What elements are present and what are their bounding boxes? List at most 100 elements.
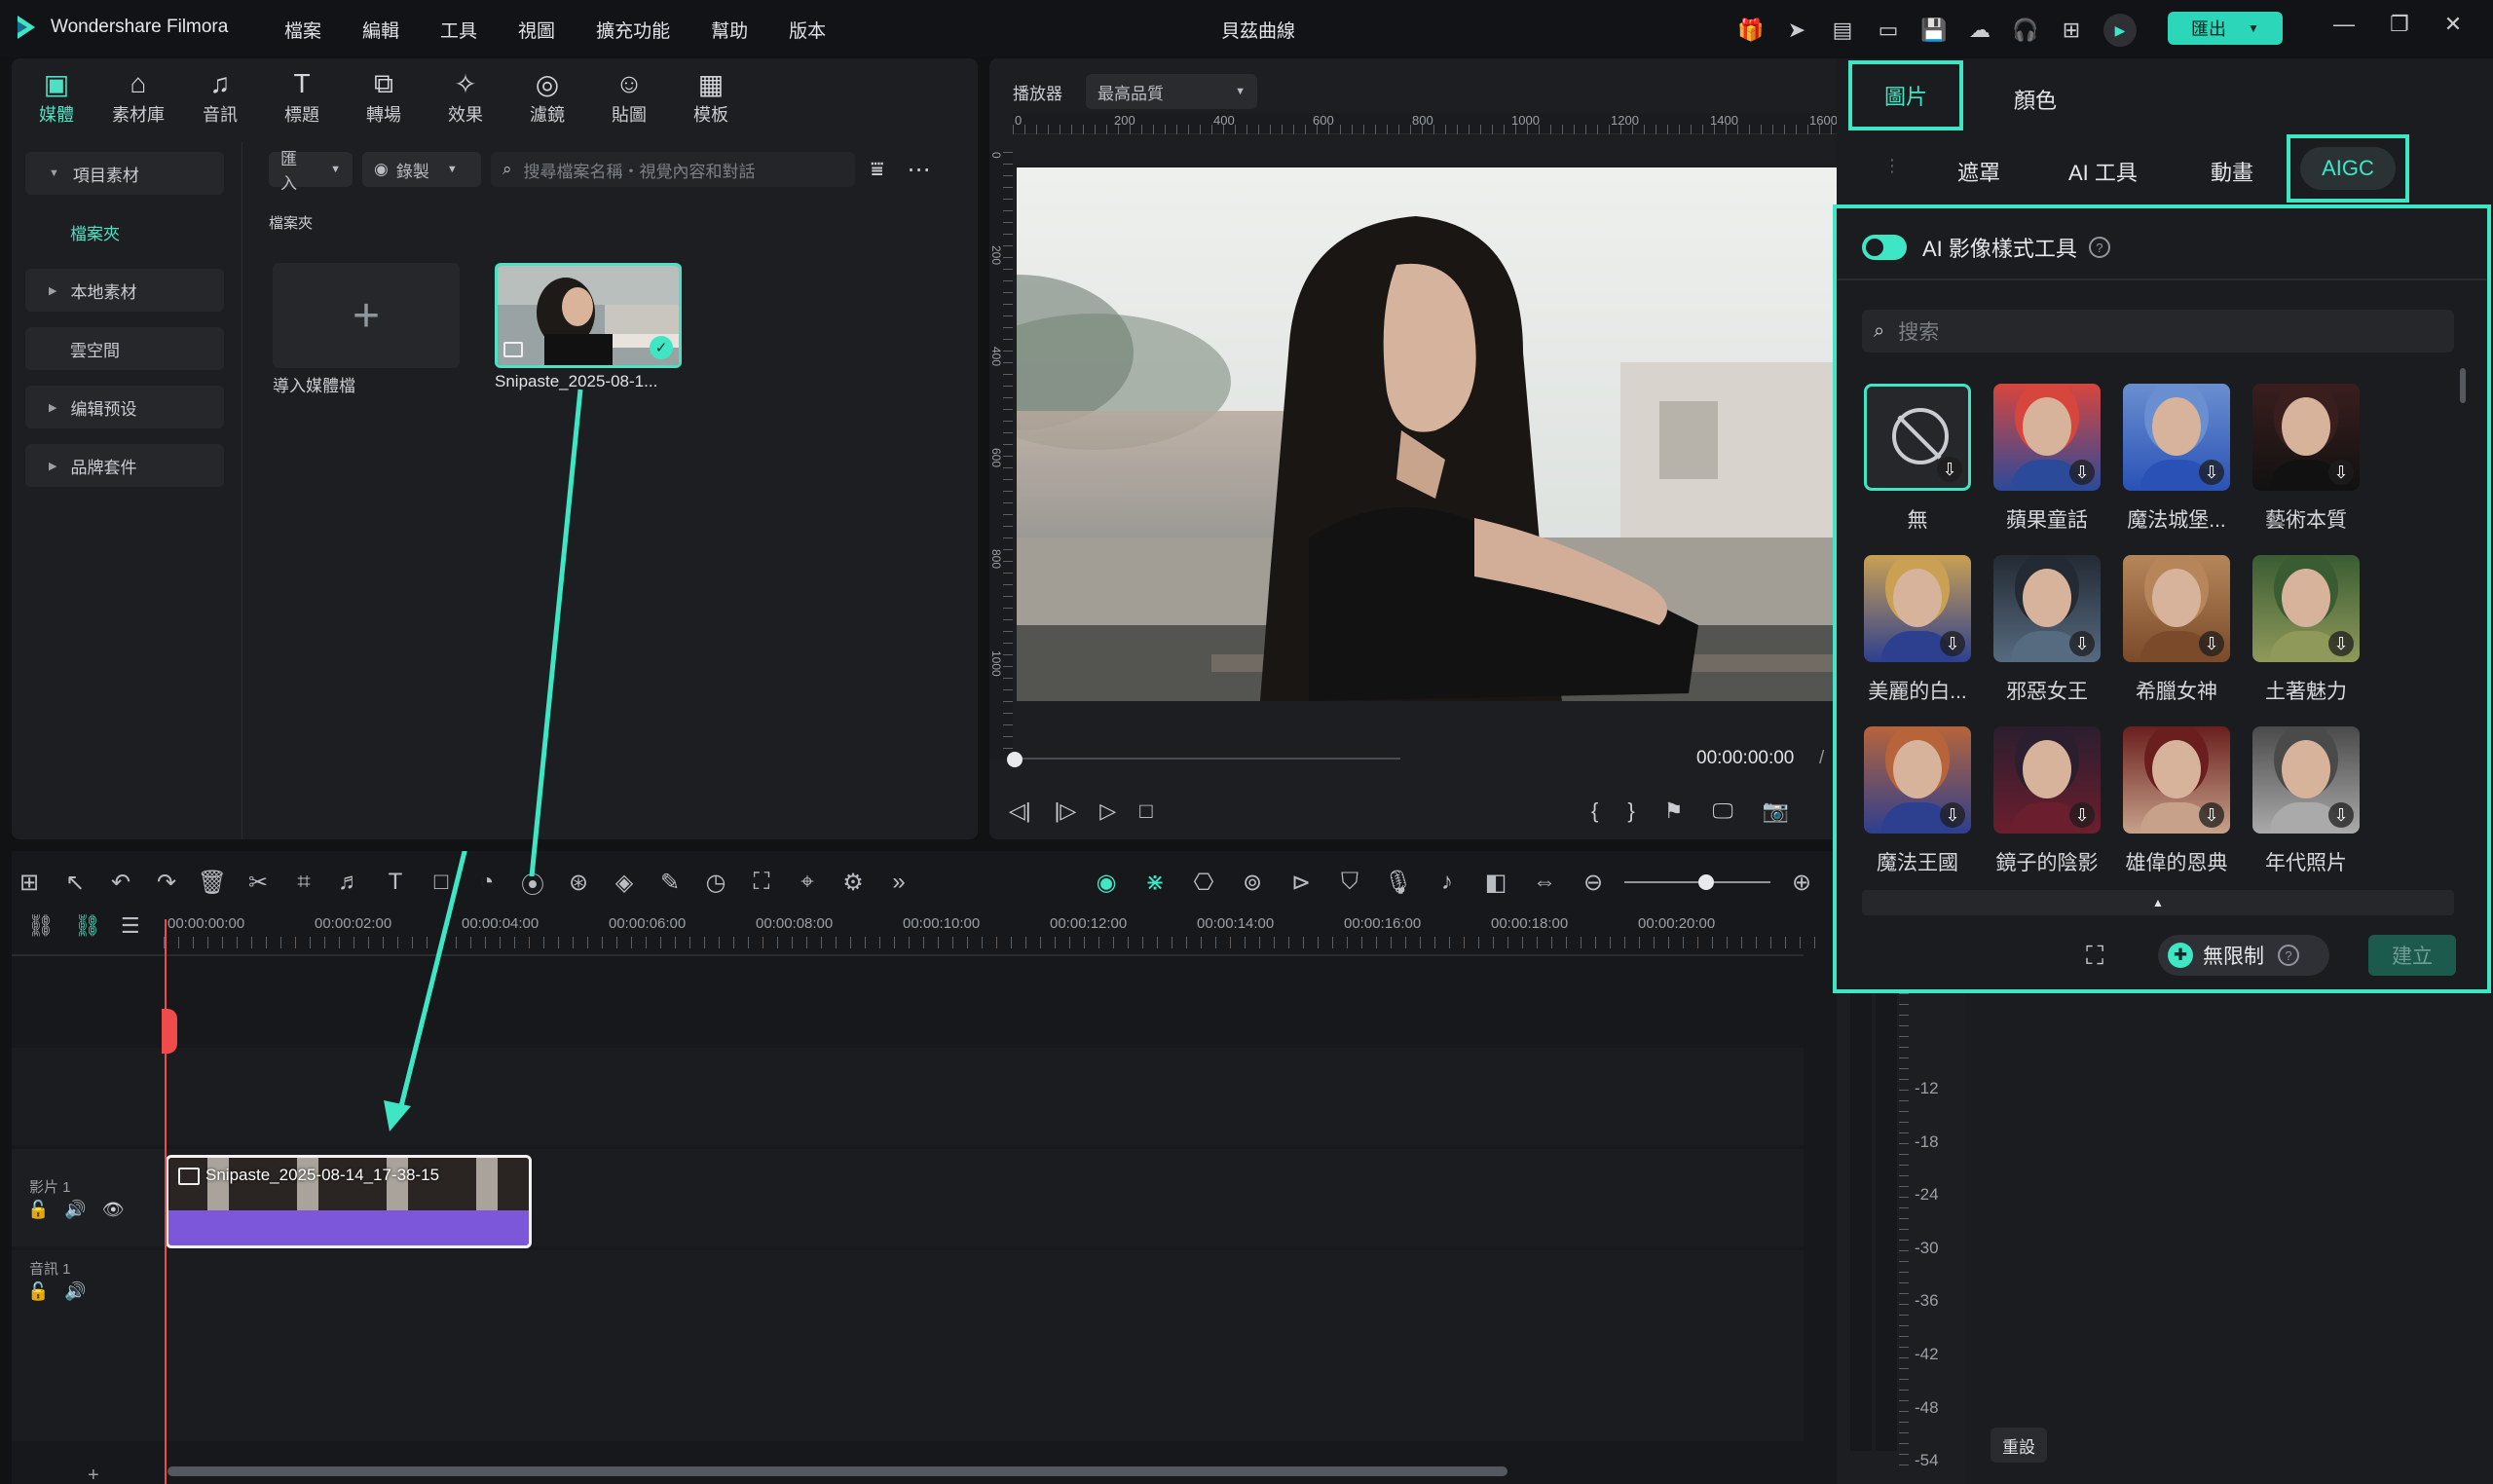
create-button[interactable]: 建立	[2368, 935, 2456, 976]
cloud-icon[interactable]: ☁	[1966, 17, 1993, 44]
download-icon[interactable]: ⇩	[2199, 802, 2224, 828]
tab-animation[interactable]: 動畫	[2211, 156, 2253, 187]
tool-media[interactable]: ▣ 媒體	[16, 66, 97, 127]
layout-icon[interactable]: ▭	[1875, 17, 1902, 44]
download-icon[interactable]: ⇩	[1937, 457, 1962, 482]
tool-templates[interactable]: ▦ 模板	[670, 66, 752, 127]
none-icon	[1892, 408, 1949, 464]
download-icon[interactable]: ⇩	[2328, 802, 2354, 828]
style-card[interactable]: ⇩	[2252, 384, 2360, 491]
export-button[interactable]: 匯出 ▼	[2168, 12, 2283, 45]
news-icon[interactable]: ▤	[1829, 17, 1856, 44]
sidebar-item-project-media[interactable]: ▼ 項目素材	[25, 152, 224, 195]
import-dropdown[interactable]: 匯入 ▼	[269, 150, 353, 193]
style-list-scrollbar[interactable]	[2460, 368, 2466, 403]
import-media-tile[interactable]: +	[273, 263, 460, 368]
sidebar-item-brand-kit[interactable]: ▶ 品牌套件	[25, 444, 224, 487]
tab-image[interactable]: 圖片	[1848, 60, 1963, 130]
menu-extensions[interactable]: 擴充功能	[596, 17, 670, 43]
portrait-face	[2023, 740, 2071, 798]
quality-dropdown[interactable]: 最高品質 ▼	[1086, 74, 1257, 109]
sidebar-item-edit-presets[interactable]: ▶ 编辑预设	[25, 386, 224, 428]
menu-file[interactable]: 檔案	[284, 17, 321, 43]
menu-help[interactable]: 幫助	[711, 17, 748, 43]
close-icon[interactable]: ✕	[2444, 12, 2462, 37]
more-icon[interactable]: ⋯	[907, 156, 930, 184]
tool-titles[interactable]: T 標題	[261, 66, 343, 127]
tool-store[interactable]: ⌂ 素材庫	[97, 66, 179, 127]
minimize-icon[interactable]: —	[2333, 12, 2355, 37]
style-card[interactable]: ⇩	[1993, 726, 2101, 834]
tool-transitions[interactable]: ⧉ 轉場	[343, 66, 425, 127]
menu-tools[interactable]: 工具	[440, 17, 477, 43]
menu-edit[interactable]: 編輯	[362, 17, 399, 43]
style-card[interactable]: ⇩	[1864, 555, 1971, 662]
restore-icon[interactable]: ❐	[2390, 12, 2409, 37]
filter-sort-icon[interactable]: ⩸	[871, 157, 883, 182]
tab-label: AIGC	[2322, 156, 2374, 180]
progress-handle[interactable]	[1007, 752, 1023, 767]
tab-color[interactable]: 顏色	[2014, 84, 2057, 115]
download-icon[interactable]: ⇩	[2199, 631, 2224, 656]
sidebar-item-folder[interactable]: 檔案夾	[25, 210, 224, 253]
tool-filters[interactable]: ◎ 濾鏡	[506, 66, 588, 127]
media-thumbnail[interactable]: ✓	[495, 263, 682, 368]
style-card[interactable]: ⇩	[1993, 384, 2101, 491]
headset-icon[interactable]: 🎧	[2012, 17, 2039, 44]
sidebar-item-local-media[interactable]: ▶ 本地素材	[25, 269, 224, 312]
tool-stickers[interactable]: ☺ 貼圖	[588, 66, 670, 127]
tool-audio[interactable]: ♫ 音訊	[179, 66, 261, 127]
sidebar-item-cloud[interactable]: 雲空間	[25, 327, 224, 370]
gift-icon[interactable]: 🎁	[1737, 17, 1765, 44]
tab-mask[interactable]: 遮罩	[1957, 156, 2000, 187]
menu-view[interactable]: 視圖	[518, 17, 555, 43]
search-input[interactable]: ⌕ 搜尋檔案名稱・視覺內容和對話	[491, 152, 855, 187]
help-icon[interactable]: ?	[2278, 945, 2299, 966]
download-icon[interactable]: ⇩	[2069, 631, 2095, 656]
download-icon[interactable]: ⇩	[2328, 631, 2354, 656]
download-icon[interactable]: ⇩	[2069, 460, 2095, 485]
help-icon[interactable]: ?	[2088, 237, 2110, 258]
download-icon[interactable]: ⇩	[2199, 460, 2224, 485]
style-search-input[interactable]: ⌕ 搜索	[1862, 310, 2454, 352]
style-none-card[interactable]: ⇩	[1864, 384, 1971, 491]
record-dropdown[interactable]: ◉ 錄製 ▼	[362, 152, 481, 187]
progress-track[interactable]	[1011, 758, 1400, 760]
unlimited-badge[interactable]: ✚ 無限制 ?	[2158, 935, 2329, 976]
marker-icon[interactable]: ⚑	[1664, 798, 1684, 824]
tab-ai-tools[interactable]: AI 工具	[2068, 156, 2138, 187]
style-card[interactable]: ⇩	[2123, 555, 2230, 662]
download-icon[interactable]: ⇩	[2328, 460, 2354, 485]
menu-version[interactable]: 版本	[789, 17, 826, 43]
style-card[interactable]: ⇩	[1993, 555, 2101, 662]
meter-db-label: -24	[1915, 1185, 1939, 1205]
preview-frame[interactable]	[1017, 167, 1850, 701]
style-card[interactable]: ⇩	[2123, 726, 2230, 834]
play-icon[interactable]: ▷	[1099, 798, 1116, 824]
download-icon[interactable]: ⇩	[1940, 631, 1965, 656]
style-card[interactable]: ⇩	[1864, 726, 1971, 834]
style-card[interactable]: ⇩	[2252, 555, 2360, 662]
media-panel: ▣ 媒體 ⌂ 素材庫 ♫ 音訊 T 標題 ⧉ 轉場 ✧ 效果 ◎ 濾鏡 ☺ 貼圖 ▦ 模板 ▼ 項目…	[12, 58, 978, 839]
prev-frame-icon[interactable]: ◁|	[1009, 798, 1031, 824]
send-icon[interactable]: ➤	[1783, 17, 1810, 44]
ai-image-icon[interactable]: ⛶	[2086, 941, 2103, 972]
save-icon[interactable]: 💾	[1920, 17, 1948, 44]
reset-button[interactable]: 重設	[1991, 1428, 2047, 1463]
apps-icon[interactable]: ⊞	[2058, 17, 2085, 44]
mark-out-icon[interactable]: }	[1627, 798, 1634, 824]
avatar[interactable]: ▶	[2103, 14, 2137, 47]
download-icon[interactable]: ⇩	[2069, 802, 2095, 828]
tool-effects[interactable]: ✧ 效果	[425, 66, 506, 127]
ai-style-toggle[interactable]	[1862, 235, 1907, 260]
style-card[interactable]: ⇩	[2123, 384, 2230, 491]
next-frame-icon[interactable]: |▷	[1055, 798, 1077, 824]
download-icon[interactable]: ⇩	[1940, 802, 1965, 828]
display-icon[interactable]: 🖵	[1712, 798, 1732, 824]
tab-aigc[interactable]: AIGC	[2287, 134, 2409, 203]
style-card[interactable]: ⇩	[2252, 726, 2360, 834]
collapse-button[interactable]: ▲	[1862, 890, 2454, 915]
stop-icon[interactable]: □	[1139, 798, 1152, 824]
mark-in-icon[interactable]: {	[1591, 798, 1598, 824]
snapshot-icon[interactable]: 📷	[1763, 798, 1789, 824]
